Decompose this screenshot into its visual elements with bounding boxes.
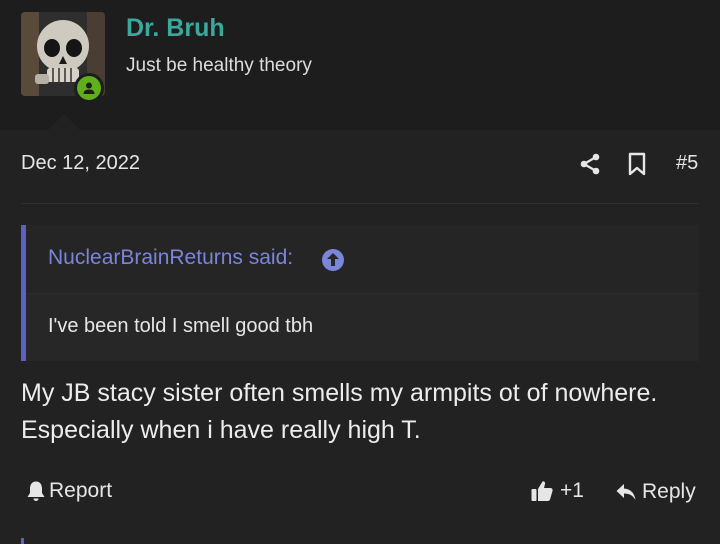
like-button[interactable]: +1	[530, 479, 584, 503]
header-pointer	[48, 114, 80, 130]
report-label: Report	[49, 479, 113, 502]
post-date-link[interactable]: Dec 12, 2022	[21, 152, 140, 175]
report-button[interactable]: Report	[26, 479, 112, 503]
share-icon[interactable]	[578, 152, 602, 176]
user-title: Just be healthy theory	[126, 55, 312, 76]
reply-label: Reply	[642, 480, 696, 503]
post-message: My JB stacy sister often smells my armpi…	[21, 379, 658, 444]
arrow-up-circle-icon[interactable]	[321, 248, 345, 272]
quote-author-link[interactable]: NuclearBrainReturns said:	[48, 246, 293, 270]
quote-separator	[26, 293, 699, 294]
post-number-link[interactable]: #5	[676, 152, 698, 175]
like-count: +1	[560, 479, 584, 502]
user-header: Dr. Bruh Just be healthy theory	[0, 0, 720, 130]
divider	[21, 203, 699, 204]
bookmark-icon[interactable]	[626, 152, 648, 176]
online-status-badge	[74, 73, 104, 103]
user-icon	[83, 82, 95, 94]
username-link[interactable]: Dr. Bruh	[126, 14, 225, 43]
thumbs-up-icon	[531, 481, 553, 501]
bell-icon	[27, 481, 45, 501]
quote-text: I've been told I smell good tbh	[48, 315, 314, 337]
reply-icon	[616, 484, 636, 500]
reply-button[interactable]: Reply	[615, 480, 696, 504]
next-post-accent	[21, 538, 24, 544]
